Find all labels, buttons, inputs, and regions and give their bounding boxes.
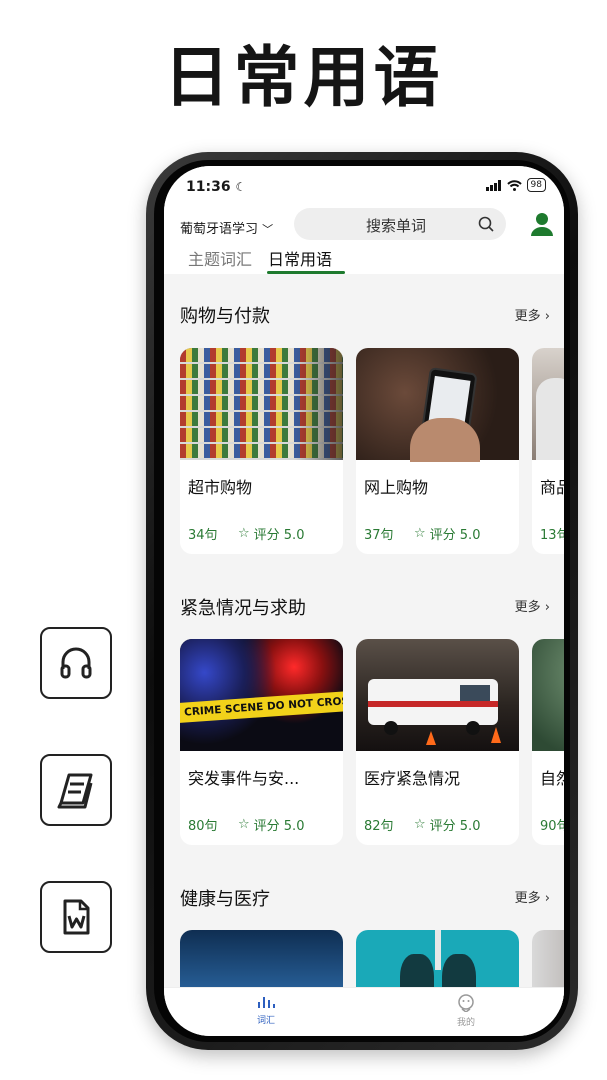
notebook-feature: [40, 754, 112, 826]
phrase-card[interactable]: 超市购物 34句 ☆ 评分 5.0: [180, 348, 343, 554]
card-title: 网上购物: [364, 478, 429, 497]
rating-text: 评分 5.0: [253, 819, 305, 834]
user-avatar-icon[interactable]: [530, 212, 554, 236]
wifi-icon: [506, 179, 522, 191]
phrase-card[interactable]: CRIME SCENE DO NOT CROSS 突发事件与安... 80句 ☆…: [180, 639, 343, 845]
sentence-count: 90句: [540, 819, 564, 834]
bar-chart-icon: [258, 997, 275, 1008]
search-icon: [478, 216, 494, 232]
more-link[interactable]: 更多 ›: [515, 887, 550, 906]
card-title: 商品: [540, 478, 564, 497]
supermarket-image: [180, 348, 343, 460]
profile-icon: [458, 994, 474, 1013]
online-shopping-image: [356, 348, 519, 462]
star-outline-icon: ☆: [238, 526, 250, 541]
crime-scene-image: CRIME SCENE DO NOT CROSS: [180, 639, 343, 751]
app-screen: 11:36 ☾ 98 葡萄牙语学习 ﹀ 搜索单词 主题词汇 日常用语 购物与付款…: [164, 166, 564, 1036]
phrase-card[interactable]: 商品 13句: [532, 348, 564, 554]
rating: ☆ 评分 5.0: [238, 815, 304, 834]
sentence-count: 13句: [540, 528, 564, 543]
phrase-card[interactable]: 医疗紧急情况 82句 ☆ 评分 5.0: [356, 639, 519, 845]
sentence-count: 80句: [188, 819, 218, 834]
card-title: 医疗紧急情况: [364, 769, 461, 788]
card-title: 自然: [540, 769, 564, 788]
page-headline: 日常用语: [163, 39, 444, 116]
chevron-right-icon: ›: [544, 891, 550, 906]
tab-daily-phrases[interactable]: 日常用语: [268, 246, 332, 270]
phrase-card[interactable]: 自然 90句: [532, 639, 564, 845]
rating-text: 评分 5.0: [429, 528, 481, 543]
search-placeholder: 搜索单词: [366, 217, 427, 235]
notebook-icon: [57, 773, 93, 809]
status-time: 11:36 ☾: [186, 179, 246, 195]
nav-vocabulary[interactable]: 词汇: [236, 994, 296, 1026]
rating: ☆ 评分 5.0: [414, 524, 480, 543]
headphones-feature: [40, 627, 112, 699]
bottom-nav: 词汇 我的: [164, 987, 564, 1036]
tab-topic-vocab[interactable]: 主题词汇: [188, 246, 252, 270]
sentence-count: 34句: [188, 528, 218, 543]
more-label: 更多: [514, 600, 541, 615]
sentence-count: 82句: [364, 819, 394, 834]
nav-label: 词汇: [256, 1016, 275, 1026]
chevron-down-icon: ﹀: [262, 223, 274, 236]
card-title: 突发事件与安...: [188, 769, 300, 788]
rating-text: 评分 5.0: [253, 528, 305, 543]
word-document-icon: [63, 899, 90, 935]
star-outline-icon: ☆: [414, 526, 426, 541]
language-label: 葡萄牙语学习: [180, 222, 259, 237]
more-label: 更多: [514, 891, 541, 906]
rating: ☆ 评分 5.0: [414, 815, 480, 834]
phrase-card[interactable]: 网上购物 37句 ☆ 评分 5.0: [356, 348, 519, 554]
star-outline-icon: ☆: [414, 817, 426, 832]
card-title: 超市购物: [188, 478, 253, 497]
nature-image: [532, 639, 564, 751]
battery-icon: 98: [526, 178, 546, 192]
chevron-right-icon: ›: [544, 309, 550, 324]
search-bar[interactable]: 搜索单词: [294, 208, 506, 240]
chevron-right-icon: ›: [544, 600, 550, 615]
product-image: [532, 348, 564, 460]
rating-text: 评分 5.0: [429, 819, 481, 834]
nav-profile[interactable]: 我的: [436, 994, 496, 1028]
headphones-icon: [60, 647, 92, 679]
language-selector[interactable]: 葡萄牙语学习 ﹀: [180, 218, 273, 237]
tab-bar: 主题词汇 日常用语: [164, 246, 564, 274]
section-title: 购物与付款: [180, 306, 270, 327]
app-header: 葡萄牙语学习 ﹀ 搜索单词: [164, 206, 564, 246]
more-link[interactable]: 更多 ›: [515, 596, 550, 615]
moon-icon: ☾: [235, 180, 247, 194]
signal-icon: [485, 179, 501, 191]
status-icons: 98: [485, 178, 546, 192]
ambulance-image: [356, 639, 519, 751]
section-title: 健康与医疗: [180, 889, 270, 910]
status-bar: 11:36 ☾ 98: [164, 166, 564, 206]
more-label: 更多: [514, 309, 541, 324]
star-outline-icon: ☆: [238, 817, 250, 832]
sentence-count: 37句: [364, 528, 394, 543]
time-text: 11:36: [186, 179, 231, 195]
rating: ☆ 评分 5.0: [238, 524, 304, 543]
nav-label: 我的: [456, 1018, 475, 1028]
active-tab-indicator: [267, 271, 345, 274]
more-link[interactable]: 更多 ›: [515, 305, 550, 324]
section-title: 紧急情况与求助: [180, 598, 306, 619]
crime-tape-text: CRIME SCENE DO NOT CROSS: [183, 694, 343, 719]
word-document-feature: [40, 881, 112, 953]
